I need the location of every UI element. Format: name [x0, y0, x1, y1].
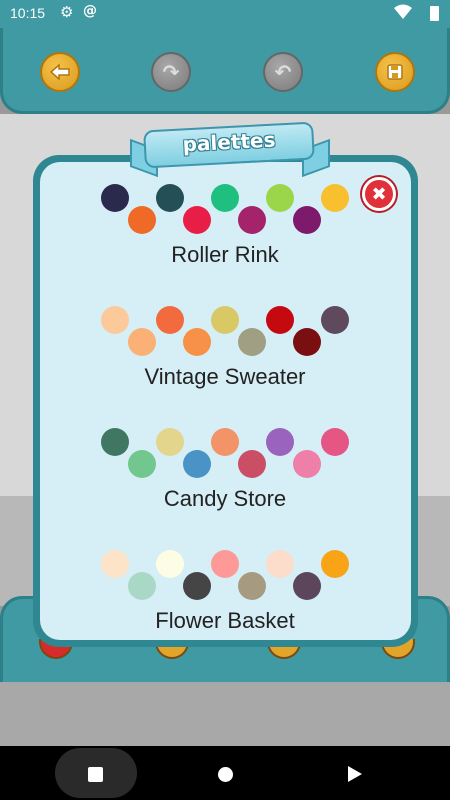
palette-name: Vintage Sweater: [144, 364, 306, 389]
color-swatch: [293, 572, 321, 600]
color-swatch: [266, 550, 294, 578]
color-swatch: [156, 428, 184, 456]
back-nav-button[interactable]: [348, 766, 362, 782]
color-swatch: [156, 550, 184, 578]
save-button[interactable]: [375, 52, 415, 92]
system-nav-bar: [0, 746, 450, 800]
sync-icon: @: [83, 3, 97, 19]
palette-name: Flower Basket: [155, 608, 295, 633]
color-swatch: [183, 206, 211, 234]
color-swatch: [238, 328, 266, 356]
floppy-disk-icon: [387, 64, 403, 80]
color-swatch: [211, 306, 239, 334]
top-toolbar: ↷ ↶: [0, 28, 450, 114]
color-swatch: [101, 184, 129, 212]
color-swatch: [128, 206, 156, 234]
color-swatch: [321, 306, 349, 334]
color-swatch: [128, 572, 156, 600]
color-swatch: [293, 328, 321, 356]
color-swatch: [321, 428, 349, 456]
color-swatch: [211, 550, 239, 578]
redo-button[interactable]: ↷: [151, 52, 191, 92]
color-swatch: [238, 206, 266, 234]
color-swatch: [321, 184, 349, 212]
color-swatch: [293, 206, 321, 234]
status-time: 10:15: [10, 5, 46, 21]
color-swatch: [266, 184, 294, 212]
arrow-left-icon: [49, 63, 70, 81]
color-swatch: [238, 450, 266, 478]
palettes-banner: palettes: [130, 120, 330, 182]
palette-name: Candy Store: [163, 486, 287, 511]
palette-name: Roller Rink: [171, 242, 279, 267]
back-button[interactable]: [40, 52, 80, 92]
color-swatch: [183, 450, 211, 478]
bottom-spacer: [0, 682, 450, 746]
battery-icon: [430, 6, 439, 21]
undo-button[interactable]: ↶: [263, 52, 303, 92]
color-swatch: [156, 184, 184, 212]
color-swatch: [238, 572, 266, 600]
color-swatch: [101, 306, 129, 334]
gear-icon: ⚙: [60, 3, 74, 21]
color-swatch: [128, 450, 156, 478]
redo-icon: ↷: [162, 60, 180, 84]
color-swatch: [266, 306, 294, 334]
color-swatch: [266, 428, 294, 456]
color-swatch: [211, 184, 239, 212]
color-swatch: [293, 450, 321, 478]
close-button[interactable]: ✖: [362, 177, 396, 211]
home-button[interactable]: [218, 767, 233, 782]
color-swatch: [101, 428, 129, 456]
close-x-icon: ✖: [371, 183, 387, 205]
color-swatch: [321, 550, 349, 578]
wifi-icon: [394, 4, 412, 19]
color-swatch: [101, 550, 129, 578]
color-swatch: [156, 306, 184, 334]
status-bar: 10:15 ⚙ @: [0, 0, 450, 28]
color-swatch: [183, 328, 211, 356]
recents-button[interactable]: [88, 767, 103, 782]
color-swatch: [128, 328, 156, 356]
undo-icon: ↶: [274, 60, 292, 84]
color-swatch: [183, 572, 211, 600]
color-swatch: [211, 428, 239, 456]
